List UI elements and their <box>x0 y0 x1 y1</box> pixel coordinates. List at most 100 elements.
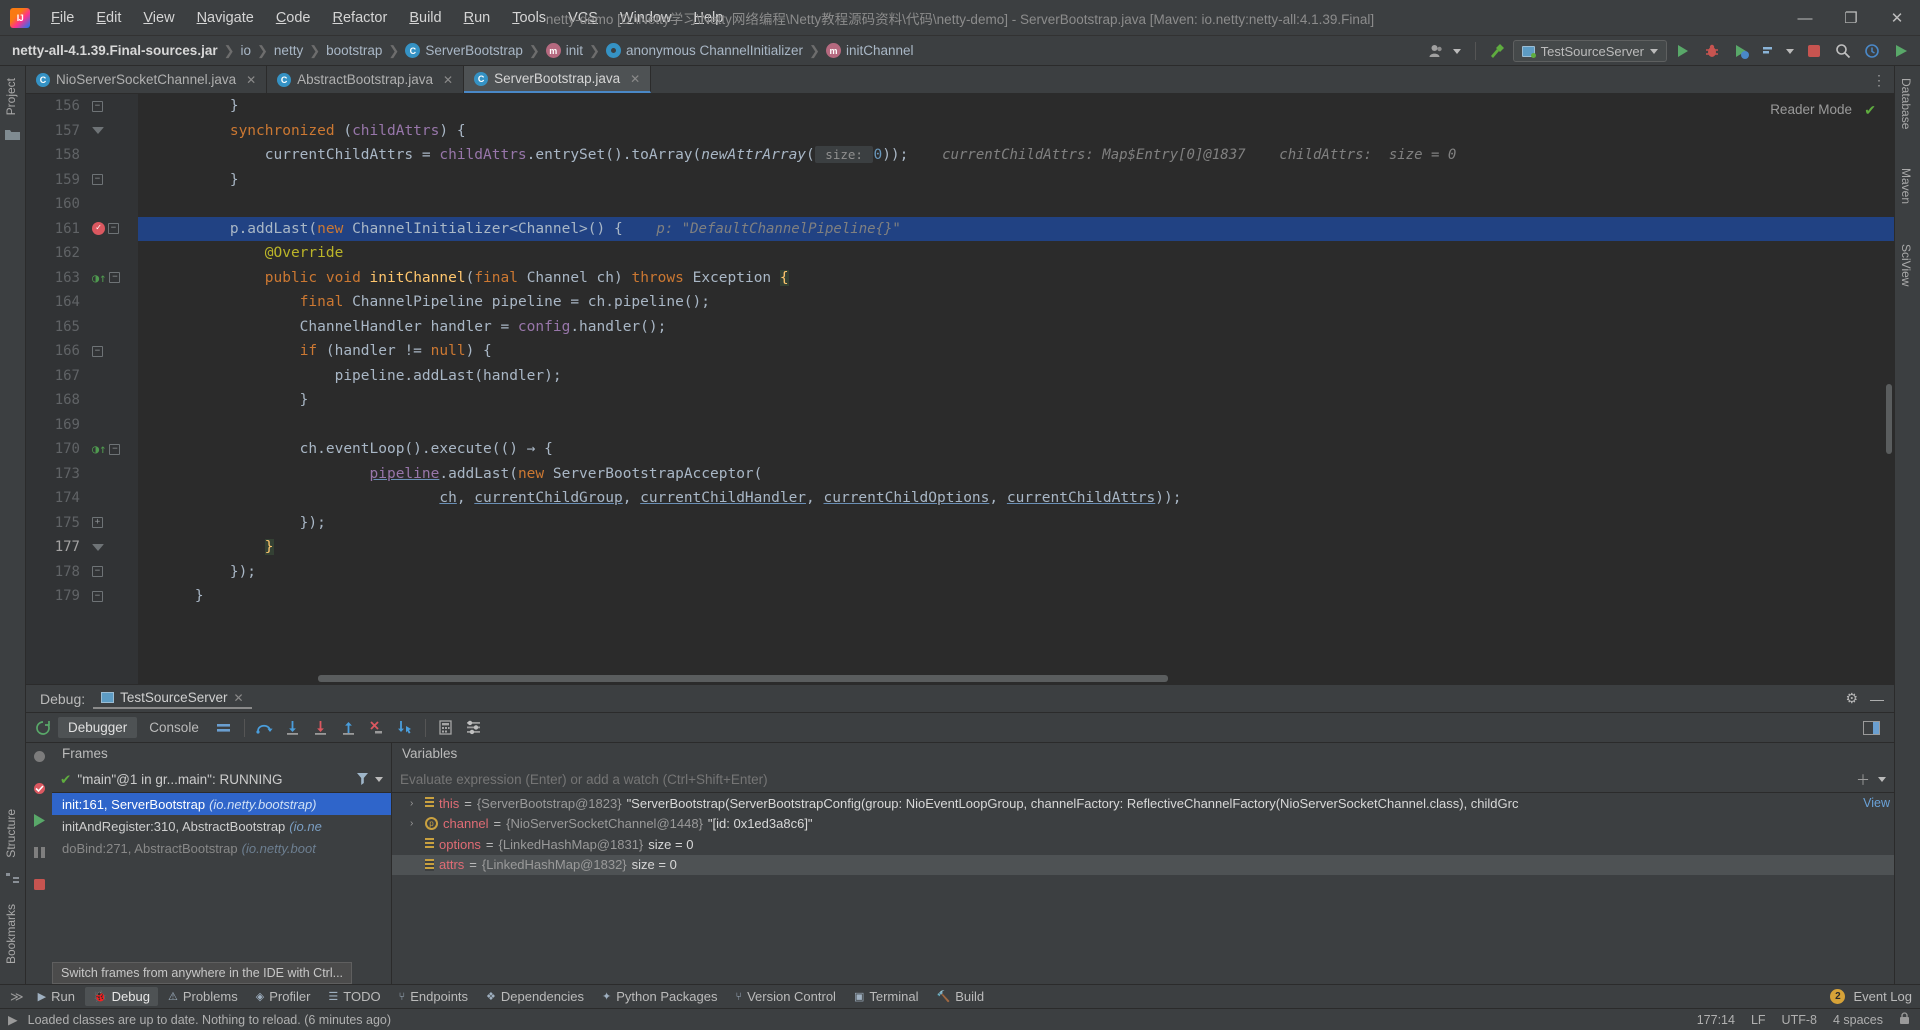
debug-session-tab[interactable]: TestSourceServer ✕ <box>93 688 252 709</box>
editor-tab-serverbootstrap-java[interactable]: C ServerBootstrap.java ✕ <box>464 66 652 93</box>
fold-collapse-icon[interactable] <box>92 543 104 551</box>
menu-edit[interactable]: Edit <box>85 6 132 30</box>
close-icon[interactable]: ✕ <box>443 73 453 87</box>
mute-breakpoints-icon[interactable] <box>32 749 47 767</box>
line-separator[interactable]: LF <box>1751 1013 1766 1027</box>
gutter-row[interactable]: 165 <box>26 315 138 340</box>
code-line[interactable]: } <box>138 94 1894 119</box>
layout-settings-icon[interactable] <box>211 716 237 740</box>
editor-horizontal-scrollbar[interactable] <box>318 675 1168 682</box>
gutter-row[interactable]: 169 <box>26 413 138 438</box>
gutter-row[interactable]: 160 <box>26 192 138 217</box>
editor-gutter[interactable]: 156−157158159−160161−162163◑↑−164165166−… <box>26 94 138 684</box>
tool-window-problems[interactable]: ⚠ Problems <box>160 987 246 1006</box>
run-marker-icon[interactable]: ◑↑ <box>92 271 106 285</box>
editor-vertical-scrollbar[interactable] <box>1886 384 1892 454</box>
lock-icon[interactable] <box>1899 1011 1910 1028</box>
menu-tools[interactable]: Tools <box>501 6 557 30</box>
fold-icon[interactable]: − <box>92 174 103 186</box>
more-options-icon[interactable]: ⋮ <box>1872 72 1886 89</box>
variable-row[interactable]: › this = {ServerBootstrap@1823} "ServerBoots… <box>392 793 1894 814</box>
gear-icon[interactable]: ⚙ <box>1845 690 1858 707</box>
evaluate-expression-icon[interactable] <box>433 716 459 740</box>
code-line[interactable]: } <box>138 535 1894 560</box>
status-expand-icon[interactable]: ▶ <box>8 1012 18 1027</box>
gutter-row[interactable]: 156− <box>26 94 138 119</box>
editor-tab-options[interactable]: ⋮ <box>1872 66 1886 94</box>
resume-program-icon[interactable] <box>32 813 47 831</box>
chevron-down-icon[interactable] <box>1878 777 1886 782</box>
breadcrumb-item-io[interactable]: io <box>241 43 252 58</box>
run-to-cursor-icon[interactable] <box>392 716 418 740</box>
view-breakpoints-icon[interactable] <box>32 781 47 799</box>
gutter-row[interactable]: 170 ◑↑ − <box>26 437 138 462</box>
gutter-row[interactable]: 158 <box>26 143 138 168</box>
filter-icon[interactable] <box>356 772 369 788</box>
profiler-caret-icon[interactable] <box>1786 48 1794 54</box>
drop-frame-icon[interactable] <box>364 716 390 740</box>
code-line[interactable]: ChannelHandler handler = config.handler(… <box>138 315 1894 340</box>
debug-icon[interactable] <box>1699 39 1725 63</box>
tool-window-debug[interactable]: 🐞 Debug <box>84 987 158 1006</box>
breakpoint-icon[interactable] <box>92 222 105 236</box>
tool-window-python-packages[interactable]: ✦ Python Packages <box>594 987 725 1006</box>
close-icon[interactable]: ✕ <box>246 73 256 87</box>
plus-icon[interactable]: ＋ <box>1856 770 1870 790</box>
tool-window-todo[interactable]: ☰ TODO <box>320 987 388 1006</box>
editor-tab-nioserversocketchannel-java[interactable]: C NioServerSocketChannel.java ✕ <box>26 66 268 93</box>
file-encoding[interactable]: UTF-8 <box>1782 1013 1817 1027</box>
sidebar-item-project[interactable]: Project <box>0 72 23 121</box>
menu-vcs[interactable]: VCS <box>557 6 609 30</box>
code-line[interactable] <box>138 192 1894 217</box>
gutter-row[interactable]: 167 <box>26 364 138 389</box>
close-session-icon[interactable]: ✕ <box>233 691 243 705</box>
fold-icon[interactable]: − <box>92 590 103 602</box>
minimize-icon[interactable]: — <box>1870 691 1884 707</box>
event-log-label[interactable]: Event Log <box>1853 989 1912 1004</box>
user-icon[interactable] <box>1424 39 1450 63</box>
watch-bar[interactable]: ＋ <box>392 767 1894 793</box>
settings-icon[interactable] <box>461 716 487 740</box>
menu-window[interactable]: Window <box>609 6 683 30</box>
code-line[interactable]: currentChildAttrs = childAttrs.entrySet(… <box>138 143 1894 168</box>
tool-window-build[interactable]: 🔨 Build <box>928 987 992 1006</box>
user-dropdown-caret-icon[interactable] <box>1452 48 1461 54</box>
run-with-coverage-icon[interactable] <box>1728 39 1754 63</box>
profiler-dropdown-icon[interactable] <box>1757 39 1783 63</box>
fold-icon[interactable]: − <box>92 345 103 357</box>
code-line[interactable]: public void initChannel(final Channel ch… <box>138 266 1894 291</box>
gutter-row[interactable]: 161 − <box>26 217 138 242</box>
run-marker-icon[interactable]: ◑↑ <box>92 442 106 456</box>
code-line[interactable]: pipeline.addLast(new ServerBootstrapAcce… <box>138 462 1894 487</box>
indent-setting[interactable]: 4 spaces <box>1833 1013 1883 1027</box>
step-over-icon[interactable] <box>252 716 278 740</box>
maximize-button[interactable]: ❐ <box>1828 0 1874 36</box>
expand-arrow-icon[interactable]: › <box>410 798 420 809</box>
gutter-row[interactable]: 177 <box>26 535 138 560</box>
view-link[interactable]: View <box>1863 796 1894 810</box>
menu-run[interactable]: Run <box>453 6 502 30</box>
code-line[interactable]: pipeline.addLast(handler); <box>138 364 1894 389</box>
close-icon[interactable]: ✕ <box>630 72 640 86</box>
fold-icon[interactable]: − <box>109 272 121 284</box>
force-step-into-icon[interactable] <box>308 716 334 740</box>
code-line[interactable]: }); <box>138 511 1894 536</box>
tool-window-version-control[interactable]: ⑂ Version Control <box>727 987 844 1006</box>
breadcrumb-item-netty[interactable]: netty <box>274 43 303 58</box>
chevron-down-icon[interactable] <box>375 777 383 782</box>
minimize-button[interactable]: — <box>1782 0 1828 36</box>
gutter-row[interactable]: 157 <box>26 119 138 144</box>
pause-program-icon[interactable] <box>32 845 47 863</box>
gutter-row[interactable]: 168 <box>26 388 138 413</box>
breadcrumb-item-initchannel[interactable]: m initChannel <box>825 43 914 58</box>
step-out-icon[interactable] <box>336 716 362 740</box>
hammer-icon[interactable] <box>1484 39 1510 63</box>
code-line[interactable]: if (handler != null) { <box>138 339 1894 364</box>
gutter-row[interactable]: 178− <box>26 560 138 585</box>
sidebar-item-maven[interactable]: Maven <box>1894 162 1918 210</box>
run-configuration-selector[interactable]: TestSourceServer <box>1512 40 1667 62</box>
frame-row[interactable]: doBind:271, AbstractBootstrap (io.netty.b… <box>52 837 391 859</box>
gutter-row[interactable]: 175 + <box>26 511 138 536</box>
frames-list[interactable]: init:161, ServerBootstrap (io.netty.boots… <box>52 793 391 984</box>
variable-row[interactable]: attrs = {LinkedHashMap@1832} size = 0 <box>392 854 1894 875</box>
